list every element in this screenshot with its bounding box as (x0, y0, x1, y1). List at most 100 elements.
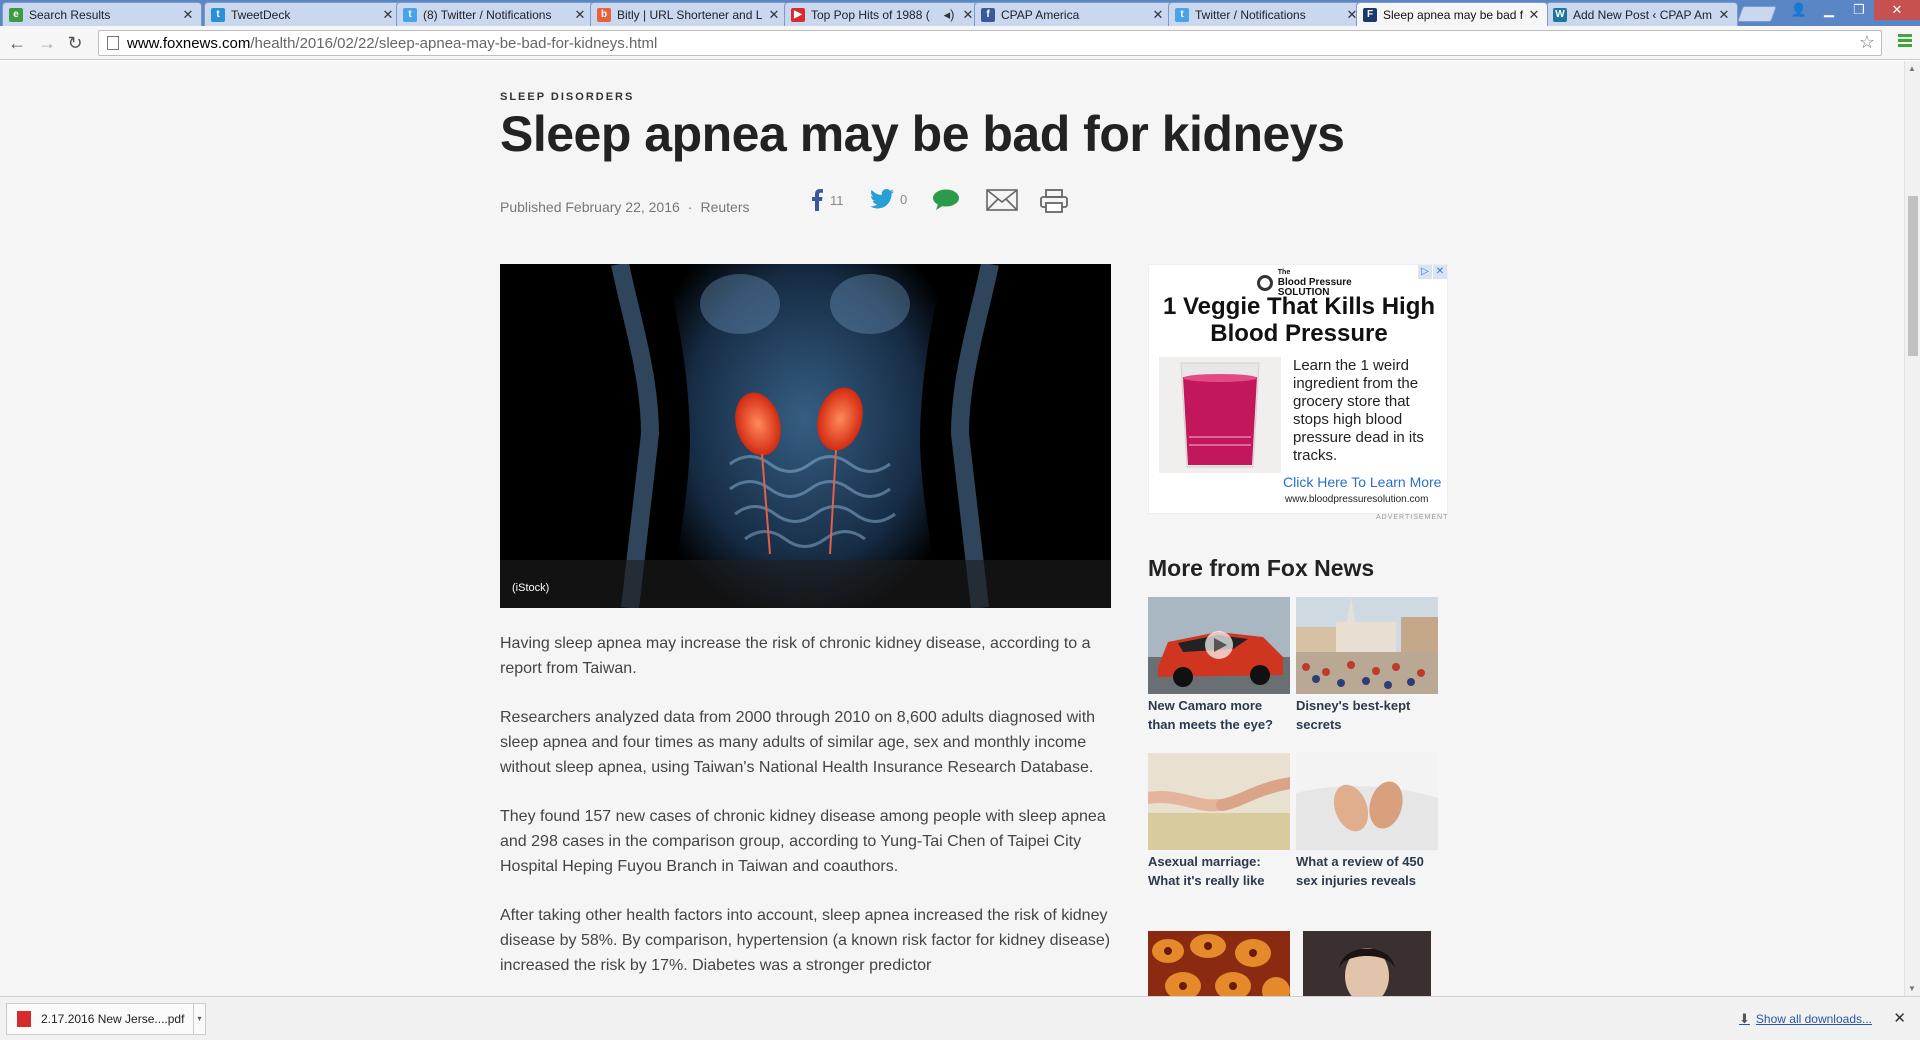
close-icon[interactable]: ✕ (381, 7, 395, 23)
tab-search-results[interactable]: e Search Results ✕ (2, 2, 202, 26)
article-paragraph: After taking other health factors into a… (500, 907, 1111, 974)
facebook-icon: f (981, 7, 995, 22)
more-item-cells[interactable] (1148, 931, 1290, 996)
publish-date: Published February 22, 2016 (500, 199, 680, 215)
scroll-down-icon[interactable]: ▼ (1908, 984, 1916, 993)
tile-image[interactable] (1148, 753, 1290, 850)
article-hero-image[interactable]: (iStock) (500, 264, 1111, 608)
close-icon[interactable]: ✕ (767, 7, 781, 23)
tile-caption[interactable]: What a review of 450 sex injuries reveal… (1296, 852, 1438, 890)
show-all-downloads-link[interactable]: ⬇ Show all downloads... (1739, 1011, 1872, 1027)
more-item-disney[interactable]: Disney's best-kept secrets (1296, 597, 1438, 734)
article-paragraph: Researchers analyzed data from 2000 thro… (500, 709, 1096, 776)
scroll-up-icon[interactable]: ▲ (1908, 64, 1916, 73)
close-download-bar-icon[interactable]: ✕ (1893, 1009, 1906, 1027)
evernote-icon: e (9, 7, 23, 22)
tile-image[interactable] (1296, 753, 1438, 850)
close-icon[interactable]: ✕ (961, 7, 975, 23)
address-bar[interactable]: www.foxnews.com/health/2016/02/22/sleep-… (98, 30, 1882, 56)
tab-add-new-post[interactable]: W Add New Post ‹ CPAP Am ✕ (1546, 2, 1738, 26)
back-icon[interactable]: ← (6, 32, 28, 54)
tile-caption[interactable]: Asexual marriage: What it's really like (1148, 852, 1290, 890)
ad-url: www.bloodpressuresolution.com (1285, 494, 1429, 505)
window-close-icon[interactable]: ✕ (1874, 0, 1920, 20)
show-all-label: Show all downloads... (1755, 1012, 1872, 1026)
ad-close-icon[interactable]: ✕ (1433, 265, 1447, 279)
tile-image[interactable] (1148, 597, 1290, 694)
ad-choices[interactable]: ▷ ✕ (1417, 265, 1447, 279)
tab-cpap-america[interactable]: f CPAP America ✕ (974, 2, 1172, 26)
byline-separator: · (687, 199, 693, 215)
tab-title: TweetDeck (231, 7, 291, 22)
tile-image[interactable] (1296, 597, 1438, 694)
user-icon[interactable]: 👤 (1784, 0, 1814, 20)
image-credit: (iStock) (512, 582, 550, 594)
juice-glass-image (1159, 357, 1281, 473)
tab-title: CPAP America (1001, 7, 1080, 22)
tab-twitter-notifications[interactable]: t Twitter / Notifications ✕ (1168, 2, 1366, 26)
forward-icon[interactable]: → (36, 32, 58, 54)
download-bar: 2.17.2016 New Jerse....pdf ▾ ⬇ Show all … (0, 996, 1920, 1040)
adchoices-icon[interactable]: ▷ (1418, 265, 1432, 279)
article-kicker[interactable]: SLEEP DISORDERS (500, 91, 634, 103)
close-icon[interactable]: ✕ (1717, 7, 1731, 23)
feet-in-bed-image (1296, 753, 1438, 850)
download-icon: ⬇ (1739, 1011, 1750, 1026)
tile-image[interactable] (1148, 931, 1290, 996)
gauge-icon (1257, 275, 1273, 291)
tile-caption[interactable]: New Camaro more than meets the eye? (1148, 696, 1290, 734)
tab-sleep-apnea[interactable]: F Sleep apnea may be bad f ✕ (1356, 2, 1548, 26)
speaker-icon: ◂) (943, 6, 955, 22)
more-item-sex-injuries[interactable]: What a review of 450 sex injuries reveal… (1296, 753, 1438, 890)
reload-icon[interactable]: ↻ (64, 32, 86, 54)
tile-image[interactable] (1303, 931, 1431, 996)
more-item-camaro[interactable]: New Camaro more than meets the eye? (1148, 597, 1290, 734)
close-icon[interactable]: ✕ (1151, 7, 1165, 23)
tab-strip: e Search Results ✕ t TweetDeck ✕ t (8) T… (0, 0, 1920, 26)
bitly-icon: b (597, 7, 611, 22)
advertisement-box[interactable]: ▷ ✕ The Blood Pressure SOLUTION 1 Veggie … (1148, 264, 1448, 514)
page-viewport: SLEEP DISORDERS Sleep apnea may be bad f… (0, 61, 1904, 996)
more-from-title: More from Fox News (1148, 555, 1375, 581)
scrollbar-thumb[interactable] (1908, 196, 1918, 356)
vertical-scrollbar[interactable]: ▲ ▼ (1904, 61, 1920, 996)
browser-toolbar: ← → ↻ www.foxnews.com/health/2016/02/22/… (0, 26, 1920, 60)
tab-title: Bitly | URL Shortener and L (617, 7, 763, 22)
restore-icon[interactable]: ❐ (1844, 0, 1874, 20)
tile-caption[interactable]: Disney's best-kept secrets (1296, 696, 1438, 734)
print-button[interactable] (1040, 189, 1068, 213)
ad-headline[interactable]: 1 Veggie That Kills High Blood Pressure (1149, 293, 1449, 347)
tab-title: Sleep apnea may be bad f (1383, 7, 1524, 22)
red-car-image (1148, 597, 1290, 694)
article-source: Reuters (700, 199, 750, 215)
tab-youtube[interactable]: ▶ Top Pop Hits of 1988 ( ◂) ✕ (784, 2, 982, 26)
youtube-icon: ▶ (791, 7, 805, 22)
close-icon[interactable]: ✕ (181, 7, 195, 23)
minimize-icon[interactable]: ▁ (1814, 0, 1844, 20)
download-item[interactable]: 2.17.2016 New Jerse....pdf ▾ (6, 1003, 206, 1035)
comments-button[interactable] (932, 189, 960, 211)
ad-cta-link[interactable]: Click Here To Learn More (1283, 474, 1441, 490)
email-button[interactable] (986, 189, 1018, 211)
tab-twitter-notifications-8[interactable]: t (8) Twitter / Notifications ✕ (396, 2, 594, 26)
tab-title: Twitter / Notifications (1195, 7, 1306, 22)
tab-tweetdeck[interactable]: t TweetDeck ✕ (204, 2, 402, 26)
article-paragraph: Having sleep apnea may increase the risk… (500, 635, 1091, 677)
ad-label: ADVERTISEMENT (1376, 514, 1449, 521)
twitter-icon: t (1175, 7, 1189, 22)
twitter-share[interactable]: 0 (870, 189, 907, 209)
ad-image[interactable] (1159, 357, 1281, 473)
close-icon[interactable]: ✕ (1527, 7, 1541, 23)
new-tab-button[interactable] (1737, 6, 1777, 22)
tab-bitly[interactable]: b Bitly | URL Shortener and L ✕ (590, 2, 788, 26)
ad-copy: Learn the 1 weird ingredient from the gr… (1293, 357, 1424, 464)
bookmark-star-icon[interactable]: ☆ (1859, 32, 1875, 53)
more-item-asexual-marriage[interactable]: Asexual marriage: What it's really like (1148, 753, 1290, 890)
more-item-woman[interactable] (1303, 931, 1445, 996)
close-icon[interactable]: ✕ (573, 7, 587, 23)
twitter-count: 0 (900, 191, 908, 207)
chrome-menu-icon[interactable] (1898, 34, 1912, 48)
envelope-icon (986, 189, 1018, 211)
facebook-share[interactable]: 11 (810, 189, 844, 211)
chevron-down-icon[interactable]: ▾ (193, 1004, 205, 1034)
